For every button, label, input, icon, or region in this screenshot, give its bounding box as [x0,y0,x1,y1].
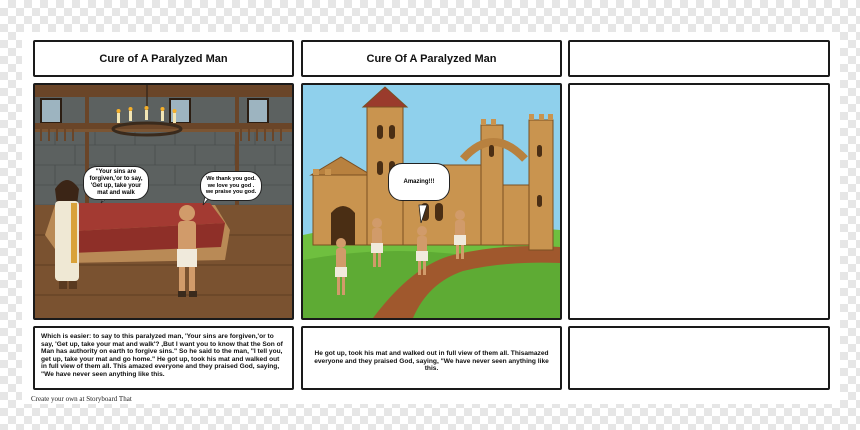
storyboardthat-credit[interactable]: Create your own at Storyboard That [31,395,132,403]
speech-bubble-jesus-text: "Your sins are forgiven,'or to say, 'Get… [89,169,143,196]
speech-bubble-jesus: "Your sins are forgiven,'or to say, 'Get… [83,166,149,200]
panel-1-caption-text: Which is easier: to say to this paralyze… [41,333,283,378]
speech-bubble-man: We thank you god. we love you god . we p… [200,171,262,201]
panel-2-title-text: Cure Of A Paralyzed Man [366,52,497,65]
panel-1-title-text: Cure of A Paralyzed Man [99,52,228,65]
panel-2-title[interactable]: Cure Of A Paralyzed Man [301,40,562,77]
panel-3-title[interactable] [568,40,830,77]
jesus-figure [55,180,79,289]
panel-2-caption-text: He got up, took his mat and walked out i… [314,350,549,373]
panel-2-caption[interactable]: He got up, took his mat and walked out i… [301,326,562,390]
panel-2-scene[interactable] [301,83,562,320]
panel-1-scene[interactable] [33,83,294,320]
speech-bubble-amazing-text: Amazing!!! [403,179,435,185]
speech-bubble-man-text: We thank you god. we love you god . we p… [205,176,257,196]
speech-bubble-amazing: Amazing!!! [388,163,450,201]
town-illustration [303,85,560,318]
panel-1-caption[interactable]: Which is easier: to say to this paralyze… [33,326,294,390]
panel-3-caption[interactable] [568,326,830,390]
panel-3-scene[interactable] [568,83,830,320]
panel-1-title[interactable]: Cure of A Paralyzed Man [33,40,294,77]
house-interior-illustration [35,85,292,318]
